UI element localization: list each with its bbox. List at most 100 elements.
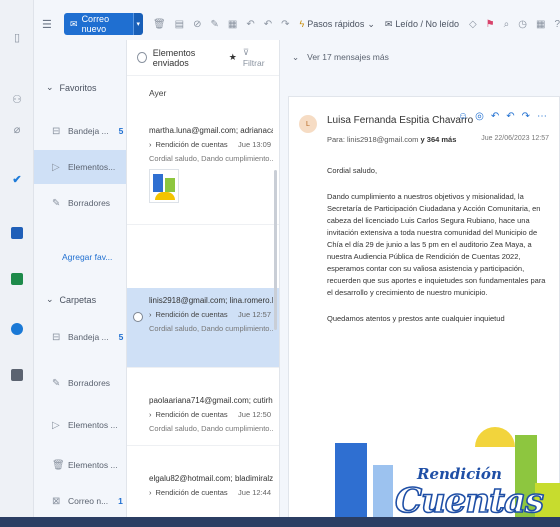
read-unread-label: Leído / No leído <box>395 19 459 29</box>
recipients[interactable]: Para: linis2918@gmail.com y 364 más <box>327 135 456 144</box>
attach-icon[interactable]: ⌀ <box>10 122 24 136</box>
unread-count: 5 <box>118 332 124 342</box>
flag-icon[interactable]: ⚑ <box>486 19 495 30</box>
message-body: Cordial saludo, Dando cumplimiento a nue… <box>327 165 553 339</box>
folder-inbox[interactable]: ⊟ Bandeja ... 5 <box>34 322 126 352</box>
forward-icon[interactable]: ↷ <box>281 19 289 30</box>
move-icon[interactable]: ▦ <box>228 19 237 30</box>
app-rail: ▯ ⚇ ⌀ ✔ <box>0 0 34 527</box>
message-row: › Rendición de cuentas Jue 12:44 <box>149 488 279 497</box>
new-mail-button[interactable]: ✉ Correo nuevo ▾ <box>64 13 143 35</box>
filter-label: Filtrar <box>242 58 265 68</box>
message-preview: Cordial saludo, Dando cumplimiento... <box>149 154 273 163</box>
toolbar-icons: 🗑 ▤ ⊘ ✎ ▦ ↶ ↶ ↷ <box>153 19 290 30</box>
help-icon[interactable]: ? <box>554 19 560 30</box>
body-greeting: Cordial saludo, <box>327 166 378 175</box>
pencil-icon: ✎ <box>52 197 61 209</box>
folder-drafts-fav[interactable]: ✎ Borradores <box>34 188 126 218</box>
folder-label: Borradores <box>68 378 111 388</box>
filter-button[interactable]: ⊽ Filtrar <box>243 47 269 68</box>
pin-icon[interactable]: ⌕ <box>504 19 510 30</box>
more-icon[interactable]: ⋯ <box>537 111 547 122</box>
quick-steps-label: Pasos rápidos <box>307 19 365 29</box>
reply-all-icon[interactable]: ↶ <box>264 19 272 30</box>
excel-icon[interactable] <box>10 272 24 286</box>
list-item[interactable]: elgalu82@hotmail.com; bladimiralza... › … <box>127 446 279 527</box>
favorites-label: Favoritos <box>59 82 97 93</box>
more-apps-icon[interactable] <box>10 368 24 382</box>
message-time: Jue 12:50 <box>238 410 271 419</box>
expand-icon[interactable]: ▯ <box>10 30 24 44</box>
message-actions: ☺ ◎ ↶ ↶ ↷ ⋯ <box>458 111 547 122</box>
message-row: › Rendición de cuentas Jue 12:57 <box>149 310 279 319</box>
attachment-thumbnail[interactable] <box>149 169 179 203</box>
message-card: L Luisa Fernanda Espitia Chavarro ☺ ◎ ↶ … <box>288 96 560 527</box>
reply-all-icon[interactable]: ↶ <box>506 111 514 122</box>
folder-label: Borradores <box>68 198 111 208</box>
favorites-header[interactable]: ⌄ Favoritos <box>46 82 97 93</box>
folder-label: Elementos ... <box>68 420 118 430</box>
folders-label: Carpetas <box>59 294 97 305</box>
folder-sent[interactable]: ▷ Elementos ... <box>34 410 126 440</box>
new-mail-dropdown[interactable]: ▾ <box>132 13 143 35</box>
word-icon[interactable] <box>10 226 24 240</box>
message-subject: Rendición de cuentas <box>155 310 228 319</box>
select-all-checkbox[interactable] <box>137 52 147 63</box>
new-mail-label: Correo nuevo <box>81 14 110 34</box>
people-icon[interactable]: ⚇ <box>10 92 24 106</box>
snooze-icon[interactable]: ◷ <box>518 19 527 30</box>
message-subject: Rendición de cuentas <box>155 488 228 497</box>
star-icon[interactable]: ★ <box>229 52 237 63</box>
expand-conversation[interactable]: ⌄ Ver 17 mensajes más <box>292 52 389 63</box>
todo-check-icon[interactable]: ✔ <box>10 172 24 186</box>
message-time: Jue 12:44 <box>238 488 271 497</box>
compose-icon: ✉ <box>70 18 78 29</box>
to-address: linis2918@gmail.com <box>347 135 419 144</box>
message-time: Jue 12:57 <box>238 310 271 319</box>
event-banner-image: Rendición Cuentas <box>325 425 560 527</box>
to-more[interactable]: y 364 más <box>421 135 457 144</box>
folder-drafts[interactable]: ✎ Borradores <box>34 368 126 398</box>
message-subject: Rendición de cuentas <box>155 140 228 149</box>
message-from: paolaariana714@gmail.com; cutirho... <box>149 396 273 405</box>
reply-icon[interactable]: ↶ <box>491 111 499 122</box>
chevron-down-icon: ⌄ <box>292 52 300 62</box>
folder-sent-fav[interactable]: ▷ Elementos... <box>34 150 126 184</box>
folder-label: Elementos ... <box>68 460 118 470</box>
folder-deleted[interactable]: 🗑 Elementos ... <box>34 450 126 480</box>
sender-name[interactable]: Luisa Fernanda Espitia Chavarro <box>327 115 473 126</box>
chevron-down-icon: ⌄ <box>367 18 375 29</box>
read-unread-button[interactable]: ✉ Leído / No leído <box>385 19 459 30</box>
folder-junk[interactable]: ⊠ Correo n... 1 <box>34 486 126 516</box>
unread-count: 5 <box>118 126 124 136</box>
quick-steps-button[interactable]: ϟ Pasos rápidos ⌄ <box>300 19 375 30</box>
settings-icon[interactable]: ◎ <box>475 111 484 122</box>
list-title: Elementos enviados <box>152 47 196 68</box>
banner-text: Cuentas <box>394 480 545 522</box>
chevron-down-icon: ⌄ <box>46 82 54 92</box>
menu-icon[interactable]: ☰ <box>42 18 56 31</box>
sweep-icon[interactable]: ✎ <box>211 19 219 30</box>
junk-icon: ⊠ <box>52 495 61 507</box>
onedrive-icon[interactable] <box>10 322 24 336</box>
view-icon[interactable]: ▦ <box>536 19 545 30</box>
message-row: › Rendición de cuentas Jue 13:09 <box>149 140 279 149</box>
list-item[interactable]: paolaariana714@gmail.com; cutirho... › R… <box>127 370 279 446</box>
list-scrollbar[interactable] <box>274 170 277 330</box>
archive-icon[interactable]: ▤ <box>175 19 184 30</box>
folder-inbox-fav[interactable]: ⊟ Bandeja ... 5 <box>34 116 126 146</box>
list-item[interactable]: martha.luna@gmail.com; adrianacas... › R… <box>127 120 279 225</box>
folders-header[interactable]: ⌄ Carpetas <box>46 294 96 305</box>
new-mail-main[interactable]: ✉ Correo nuevo <box>64 13 133 35</box>
add-favorite-link[interactable]: Agregar fav... <box>62 252 112 262</box>
forward-icon[interactable]: ↷ <box>522 111 530 122</box>
emoji-icon[interactable]: ☺ <box>458 111 468 122</box>
inbox-icon: ⊟ <box>52 125 61 137</box>
reply-icon[interactable]: ↶ <box>246 19 254 30</box>
list-item-selected[interactable]: linis2918@gmail.com; lina.romero.b... › … <box>127 288 279 368</box>
folder-label: Bandeja ... <box>68 126 109 136</box>
report-icon[interactable]: ⊘ <box>193 19 201 30</box>
select-radio[interactable] <box>133 312 143 322</box>
tag-icon[interactable]: ◇ <box>469 19 477 30</box>
delete-icon[interactable]: 🗑 <box>153 19 166 30</box>
